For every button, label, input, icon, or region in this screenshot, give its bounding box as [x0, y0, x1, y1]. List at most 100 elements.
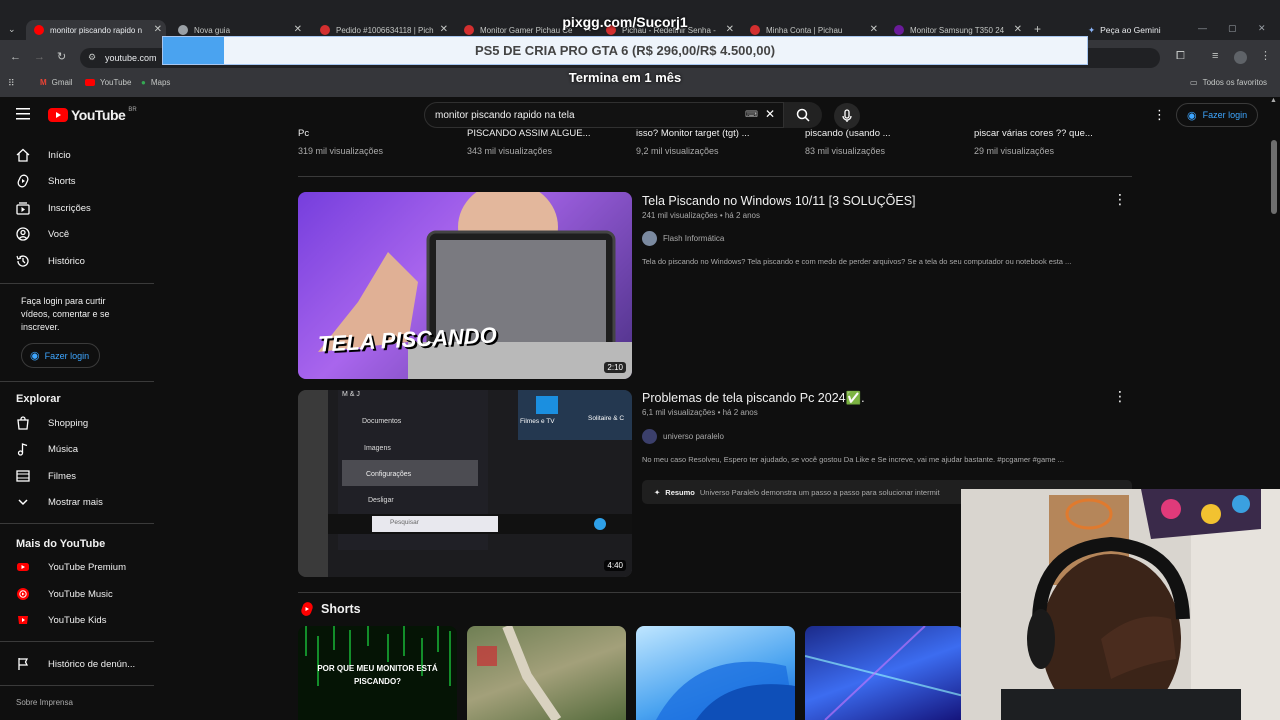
top-video-title[interactable]: isso? Monitor target (tgt) ... [636, 128, 796, 139]
thumbnail-text: Configurações [366, 471, 412, 478]
sidebar-item-shorts[interactable]: Shorts [16, 171, 75, 191]
top-video-views: 9,2 mil visualizações [636, 146, 719, 156]
youtube-music-icon [17, 588, 29, 600]
login-label: Fazer login [1202, 110, 1248, 120]
profile-avatar[interactable] [1234, 51, 1247, 64]
video-description: No meu caso Resolveu, Espero ter ajudado… [642, 455, 1064, 464]
top-video-views: 83 mil visualizações [805, 146, 886, 156]
youtube-premium-icon [17, 563, 29, 571]
short-thumbnail[interactable] [636, 626, 795, 720]
search-button[interactable] [784, 102, 822, 128]
top-video-views: 29 mil visualizações [974, 146, 1055, 156]
sidebar-item-home[interactable]: Início [16, 145, 71, 165]
account-circle-icon: ◉ [30, 350, 40, 362]
sidebar-item-label: Filmes [48, 470, 76, 482]
sidebar-item-label: YouTube Music [48, 588, 113, 600]
url-text: youtube.com [105, 53, 157, 63]
donation-timer: Termina em 1 mês [568, 70, 682, 85]
sidebar-item-premium[interactable]: YouTube Premium [16, 557, 126, 577]
top-video-title[interactable]: Pc [298, 128, 458, 139]
channel-name: Flash Informática [663, 234, 725, 243]
extensions-icon[interactable]: ⧠ [1176, 50, 1185, 63]
video-meta: 241 mil visualizações • há 2 anos [642, 211, 760, 220]
home-icon [16, 148, 30, 162]
hamburger-menu-icon[interactable] [16, 107, 32, 126]
sidebar-item-label: Histórico [48, 255, 85, 267]
chrome-menu-icon[interactable]: ⋮ [1260, 49, 1271, 62]
reload-icon[interactable]: ↻ [57, 50, 66, 63]
clear-search-icon[interactable]: ✕ [765, 107, 775, 121]
channel-link[interactable]: Flash Informática [642, 231, 724, 246]
search-input[interactable]: monitor piscando rapido na tela ⌨ ✕ [424, 102, 784, 128]
film-icon [16, 470, 30, 482]
short-thumbnail[interactable] [467, 626, 626, 720]
close-window-icon[interactable]: ✕ [1258, 23, 1266, 34]
site-info-icon[interactable]: ⚙ [88, 52, 96, 63]
short-thumbnail[interactable] [805, 626, 964, 720]
more-from-youtube-title: Mais do YouTube [16, 538, 106, 550]
keyboard-icon[interactable]: ⌨ [745, 109, 758, 120]
account-circle-icon: ◉ [1187, 109, 1197, 122]
outdoor-photo-art [477, 626, 562, 720]
video-title[interactable]: Problemas de tela piscando Pc 2024✅. [642, 391, 865, 406]
sidebar-item-kids[interactable]: YouTube Kids [16, 610, 106, 630]
scroll-up-icon[interactable]: ▲ [1270, 97, 1277, 104]
thumbnail-art [298, 390, 632, 577]
settings-kebab-icon[interactable]: ⋮ [1153, 107, 1166, 123]
divider [0, 523, 154, 524]
sidebar-item-report-history[interactable]: Histórico de denún... [16, 654, 135, 674]
channel-name: universo paralelo [663, 432, 724, 441]
video-menu-icon[interactable]: ⋮ [1113, 191, 1127, 208]
top-video-views: 319 mil visualizações [298, 146, 384, 156]
region-badge: BR [128, 107, 137, 113]
shopping-bag-icon [17, 416, 29, 430]
divider [0, 685, 154, 686]
sidebar-item-music[interactable]: Música [16, 439, 78, 459]
sidebar-item-movies[interactable]: Filmes [16, 466, 76, 486]
search-icon [796, 108, 810, 122]
page-scrollbar[interactable] [1271, 140, 1277, 214]
sidebar-item-label: Shopping [48, 417, 89, 429]
back-icon[interactable]: ← [10, 51, 21, 63]
divider [0, 381, 154, 382]
video-title[interactable]: Tela Piscando no Windows 10/11 [3 SOLUÇÕ… [642, 194, 916, 208]
webcam-overlay [961, 489, 1280, 720]
history-icon [16, 255, 29, 267]
channel-link[interactable]: universo paralelo [642, 429, 724, 444]
sidebar-item-you[interactable]: Você [16, 224, 69, 244]
divider [0, 641, 154, 642]
sidebar-show-more[interactable]: Mostrar mais [16, 492, 103, 512]
video-menu-icon[interactable]: ⋮ [1113, 388, 1127, 405]
sidebar-login-button[interactable]: ◉ Fazer login [21, 343, 101, 368]
channel-avatar [642, 429, 657, 444]
video-thumbnail[interactable]: M & J Documentos Imagens Configurações D… [298, 390, 632, 577]
sidebar-item-subscriptions[interactable]: Inscrições [16, 198, 91, 218]
top-video-title[interactable]: piscando (usando ... [805, 128, 965, 139]
channel-avatar [642, 231, 657, 246]
login-button[interactable]: ◉ Fazer login [1176, 103, 1259, 127]
login-prompt: Faça login para curtir vídeos, comentar … [21, 296, 110, 332]
search-query: monitor piscando rapido na tela [435, 109, 575, 121]
summary-label: Resumo [665, 487, 695, 497]
sidebar-item-label: Mostrar mais [48, 496, 103, 508]
sidebar-item-history[interactable]: Histórico [16, 251, 85, 271]
thumbnail-text: Solitaire & C [588, 415, 625, 422]
video-meta: 6,1 mil visualizações • há 2 anos [642, 408, 758, 417]
flag-icon [18, 658, 29, 670]
youtube-logo[interactable]: YouTube BR [48, 107, 137, 123]
sidebar-item-shopping[interactable]: Shopping [16, 413, 88, 433]
thumbnail-text: Imagens [364, 445, 391, 452]
video-thumbnail[interactable]: TELA PISCANDO 2:10 [298, 192, 632, 379]
reading-list-icon[interactable]: ≡ [1212, 50, 1218, 62]
youtube-wordmark: YouTube [71, 107, 126, 123]
sidebar-item-label: Você [48, 228, 70, 240]
voice-search-button[interactable] [834, 103, 860, 129]
thumbnail-text: Documentos [362, 418, 402, 425]
subscriptions-icon [16, 202, 30, 215]
short-thumbnail[interactable]: POR QUE MEU MONITOR ESTÁ PISCANDO? [298, 626, 457, 720]
top-video-title[interactable]: piscar várias cores ?? que... [974, 128, 1134, 139]
forward-icon[interactable]: → [34, 51, 45, 63]
footer-links[interactable]: Sobre Imprensa [16, 698, 73, 707]
top-video-title[interactable]: PISCANDO ASSIM ALGUE... [467, 128, 627, 139]
sidebar-item-music-app[interactable]: YouTube Music [16, 584, 113, 604]
